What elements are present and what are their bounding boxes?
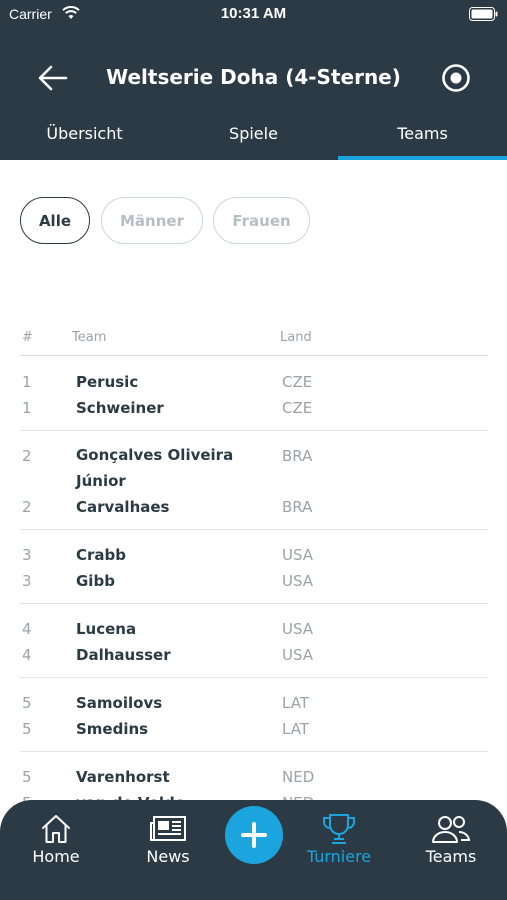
battery-icon (469, 7, 498, 21)
record-icon (442, 64, 470, 92)
rank-cell: 4 (22, 620, 32, 638)
table-header: # Team Land (20, 328, 488, 356)
rank-cell: 3 (22, 572, 32, 590)
table-row: 5 Varenhorst NED (20, 764, 488, 790)
tab-bar-top: Übersicht Spiele Teams (0, 118, 507, 160)
country-cell: USA (282, 646, 314, 664)
table-row: 5 Samoilovs LAT (20, 690, 488, 716)
tabbar-news-label: News (146, 847, 190, 866)
table-row: 3 Crabb USA (20, 542, 488, 568)
player-name: Gonçalves Oliveira Júnior (76, 446, 234, 490)
player-name: Varenhorst (76, 768, 170, 786)
rank-cell: 1 (22, 399, 32, 417)
tabbar-teams[interactable]: Teams (401, 812, 501, 866)
teams-table: 1 Perusic CZE 1 Schweiner CZE 2 Gonçalve… (20, 357, 488, 825)
column-header-land: Land (280, 330, 312, 345)
column-header-rank: # (22, 330, 33, 345)
nav-bar: Weltserie Doha (4-Sterne) (0, 48, 507, 108)
plus-icon (241, 822, 267, 848)
country-cell: USA (282, 572, 314, 590)
rank-cell: 5 (22, 694, 32, 712)
country-cell: USA (282, 620, 314, 638)
rank-cell: 1 (22, 373, 32, 391)
tabbar-home[interactable]: Home (6, 812, 106, 866)
country-cell: CZE (282, 373, 313, 391)
rank-cell: 2 (22, 498, 32, 516)
tabbar-news[interactable]: News (118, 812, 218, 866)
rank-cell: 2 (22, 447, 32, 465)
filter-chip-alle[interactable]: Alle (20, 197, 90, 244)
tabbar-teams-label: Teams (425, 847, 477, 866)
country-cell: CZE (282, 399, 313, 417)
rank-cell: 3 (22, 546, 32, 564)
player-name: Gibb (76, 572, 115, 590)
add-button[interactable] (225, 806, 283, 864)
rank-cell: 5 (22, 768, 32, 786)
status-time: 10:31 AM (220, 5, 287, 22)
house-icon (42, 815, 70, 843)
player-name: Samoilovs (76, 694, 163, 712)
player-name: Dalhausser (76, 646, 171, 664)
bottom-tab-bar: Home News Turniere Teams (0, 800, 507, 900)
rank-cell: 5 (22, 720, 32, 738)
country-cell: BRA (282, 498, 313, 516)
country-cell: USA (282, 546, 314, 564)
status-bar: Carrier 10:31 AM (0, 0, 507, 28)
player-name: Crabb (76, 546, 127, 564)
player-name: Perusic (76, 373, 139, 391)
back-button[interactable] (34, 60, 72, 96)
column-header-team: Team (72, 330, 107, 345)
rank-cell: 4 (22, 646, 32, 664)
tabbar-turniere[interactable]: Turniere (289, 812, 389, 866)
people-icon (432, 816, 471, 843)
page-title: Weltserie Doha (4-Sterne) (106, 65, 401, 89)
app-header: Carrier 10:31 AM Weltserie Doha (4-Stern… (0, 0, 507, 160)
tabbar-turniere-label: Turniere (306, 847, 372, 866)
team-group[interactable]: 3 Crabb USA 3 Gibb USA (20, 530, 488, 604)
country-cell: LAT (282, 720, 309, 738)
player-name: Carvalhaes (76, 498, 170, 516)
filter-chip-maenner[interactable]: Männer (101, 197, 203, 244)
country-cell: LAT (282, 694, 309, 712)
table-row: 5 Smedins LAT (20, 716, 488, 742)
table-row: 1 Schweiner CZE (20, 395, 488, 421)
filter-chip-frauen[interactable]: Frauen (213, 197, 310, 244)
tab-teams[interactable]: Teams (338, 118, 507, 160)
table-row: 4 Lucena USA (20, 616, 488, 642)
team-group[interactable]: 1 Perusic CZE 1 Schweiner CZE (20, 357, 488, 431)
arrow-left-icon (38, 65, 68, 91)
tabbar-home-label: Home (32, 847, 80, 866)
record-button[interactable] (438, 60, 474, 96)
table-row: 3 Gibb USA (20, 568, 488, 594)
player-name: Smedins (76, 720, 149, 738)
player-name: Lucena (76, 620, 137, 638)
tab-spiele[interactable]: Spiele (169, 118, 338, 160)
team-group[interactable]: 5 Samoilovs LAT 5 Smedins LAT (20, 678, 488, 752)
newspaper-icon (150, 816, 186, 841)
country-cell: BRA (282, 447, 313, 465)
table-row: 4 Dalhausser USA (20, 642, 488, 668)
table-row: 2 Gonçalves Oliveira Júnior BRA (20, 443, 488, 494)
team-group[interactable]: 4 Lucena USA 4 Dalhausser USA (20, 604, 488, 678)
table-row: 1 Perusic CZE (20, 369, 488, 395)
tab-uebersicht[interactable]: Übersicht (0, 118, 169, 160)
table-row: 2 Carvalhaes BRA (20, 494, 488, 520)
country-cell: NED (282, 768, 315, 786)
trophy-icon (322, 814, 356, 844)
player-name: Schweiner (76, 399, 164, 417)
team-group[interactable]: 2 Gonçalves Oliveira Júnior BRA 2 Carval… (20, 431, 488, 530)
